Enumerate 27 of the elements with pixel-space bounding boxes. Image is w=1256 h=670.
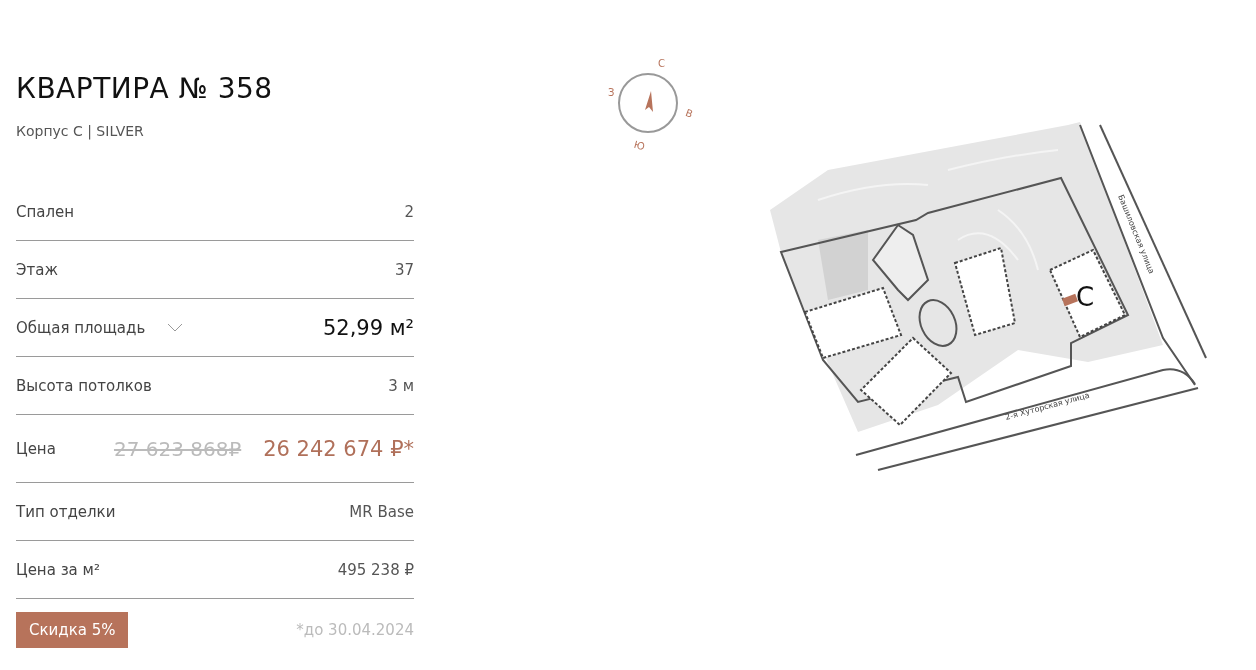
building-subtitle: Корпус C | SILVER [16,123,145,139]
compass-icon [618,73,678,133]
row-label: Этаж [16,260,58,279]
discount-button[interactable]: Скидка 5% [16,612,129,648]
row-label: Общая площадь [16,318,146,337]
old-price: 27 623 868₽ [113,436,242,461]
compass-label: С [658,58,665,69]
row-value: 495 238 ₽ [337,560,414,579]
building-label: С [1076,282,1095,312]
compass-label: З [608,87,615,98]
row-value: 37 [394,260,414,279]
apartment-title: КВАРТИРА № 358 [16,72,274,105]
chevron-icon[interactable] [167,323,184,332]
arrow-icon [645,91,653,112]
row-value: 52,99 м² [322,315,414,340]
row-label: Высота потолков [16,376,152,395]
compass-label: В [684,106,695,120]
row-label: Тип отделки [16,502,116,521]
row-value: 2 [404,202,414,221]
row-value: MR Base [349,502,414,521]
row-label: Цена за м² [16,560,100,579]
row-label: Цена [16,439,56,458]
discount-note: *до 30.04.2024 [296,621,414,639]
row-label: Спален [16,202,75,221]
compass-label: Ю [632,138,646,150]
new-price: 26 242 674 ₽* [263,436,414,461]
row-value: 3 м [388,376,414,395]
